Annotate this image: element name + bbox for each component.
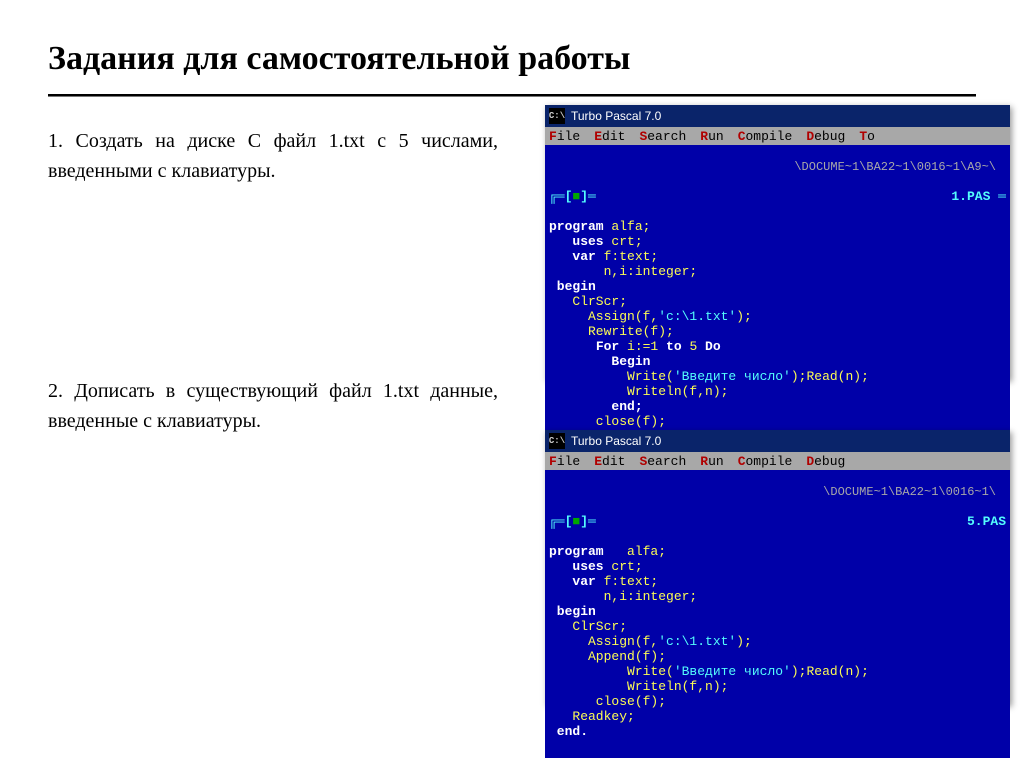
code-line: var f:text; xyxy=(549,249,658,264)
menu-debug[interactable]: Debug xyxy=(806,454,845,469)
frame-top: ╔═[■]═ 1.PAS ═ xyxy=(549,189,1006,204)
code-pane-2[interactable]: \DOCUME~1\BA22~1\0016~1\ ╔═[■]═ 5.PAS pr… xyxy=(545,470,1010,758)
code-line: program alfa; xyxy=(549,219,650,234)
page-title: Задания для самостоятельной работы xyxy=(48,40,976,78)
menu-debug[interactable]: Debug xyxy=(806,129,845,144)
menu-compile[interactable]: Compile xyxy=(738,454,793,469)
menubar[interactable]: File Edit Search Run Compile Debug To xyxy=(545,127,1010,145)
code-line: For i:=1 to 5 Do xyxy=(549,339,721,354)
code-line: uses crt; xyxy=(549,559,643,574)
code-line: ClrScr; xyxy=(549,294,627,309)
code-line: begin xyxy=(549,604,596,619)
task-1-text: 1. Создать на диске С файл 1.txt с 5 чис… xyxy=(48,126,498,186)
frame-top: ╔═[■]═ 5.PAS xyxy=(549,514,1006,529)
path-line: \DOCUME~1\BA22~1\0016~1\ xyxy=(549,485,1006,499)
code-line: begin xyxy=(549,279,596,294)
divider xyxy=(48,94,976,96)
code-line: var f:text; xyxy=(549,574,658,589)
code-line: Writeln(f,n); xyxy=(549,384,728,399)
code-line: ClrScr; xyxy=(549,619,627,634)
code-pane-1[interactable]: \DOCUME~1\BA22~1\0016~1\А9~\ ╔═[■]═ 1.PA… xyxy=(545,145,1010,478)
code-line: Assign(f,'c:\1.txt'); xyxy=(549,309,752,324)
code-line: end; xyxy=(549,399,643,414)
code-line: close(f); xyxy=(549,694,666,709)
cmd-icon: C:\ xyxy=(549,433,565,449)
ide-window-2: C:\ Turbo Pascal 7.0 File Edit Search Ru… xyxy=(545,430,1010,705)
code-line: uses crt; xyxy=(549,234,643,249)
menu-file[interactable]: File xyxy=(549,454,580,469)
menu-edit[interactable]: Edit xyxy=(594,129,625,144)
titlebar: C:\ Turbo Pascal 7.0 xyxy=(545,105,1010,127)
task-2-text: 2. Дописать в существующий файл 1.txt да… xyxy=(48,376,498,436)
menu-run[interactable]: Run xyxy=(700,129,723,144)
code-line: end. xyxy=(549,724,588,739)
code-line: Write('Введите число');Read(n); xyxy=(549,664,869,679)
ide-window-1: C:\ Turbo Pascal 7.0 File Edit Search Ru… xyxy=(545,105,1010,380)
menu-search[interactable]: Search xyxy=(639,454,686,469)
titlebar: C:\ Turbo Pascal 7.0 xyxy=(545,430,1010,452)
window-title: Turbo Pascal 7.0 xyxy=(571,434,661,448)
code-line: Begin xyxy=(549,354,650,369)
code-line: Readkey; xyxy=(549,709,635,724)
code-line: n,i:integer; xyxy=(549,589,697,604)
cmd-icon: C:\ xyxy=(549,108,565,124)
window-title: Turbo Pascal 7.0 xyxy=(571,109,661,123)
menu-run[interactable]: Run xyxy=(700,454,723,469)
path-line: \DOCUME~1\BA22~1\0016~1\А9~\ xyxy=(549,160,1006,174)
code-line: Rewrite(f); xyxy=(549,324,674,339)
code-line: close(f); xyxy=(549,414,666,429)
code-line: Writeln(f,n); xyxy=(549,679,728,694)
code-line: Assign(f,'c:\1.txt'); xyxy=(549,634,752,649)
menu-file[interactable]: File xyxy=(549,129,580,144)
menubar[interactable]: File Edit Search Run Compile Debug xyxy=(545,452,1010,470)
code-line: program alfa; xyxy=(549,544,666,559)
code-line: n,i:integer; xyxy=(549,264,697,279)
code-line: Append(f); xyxy=(549,649,666,664)
code-line: Write('Введите число');Read(n); xyxy=(549,369,869,384)
menu-search[interactable]: Search xyxy=(639,129,686,144)
menu-compile[interactable]: Compile xyxy=(738,129,793,144)
menu-tools[interactable]: To xyxy=(859,129,875,144)
menu-edit[interactable]: Edit xyxy=(594,454,625,469)
